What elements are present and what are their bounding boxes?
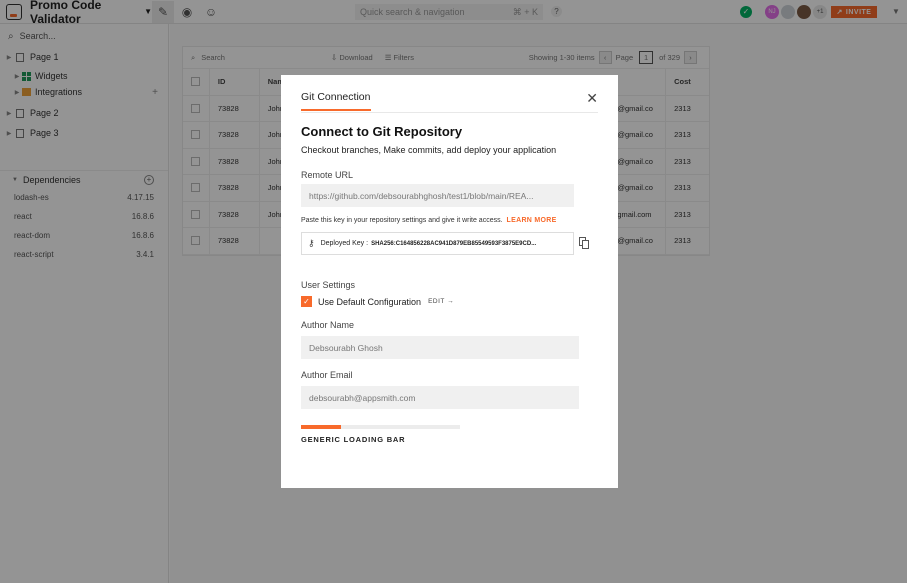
tab-git-connection[interactable]: Git Connection (301, 91, 371, 111)
key-icon: ⚷ (308, 238, 315, 248)
app-root: Promo Code Validator ▼ ✎ ◉ ☺ Quick searc… (0, 0, 907, 583)
deployed-key-label: Deployed Key : (320, 240, 369, 247)
learn-more-link[interactable]: LEARN MORE (507, 217, 557, 224)
remote-url-input[interactable]: https://github.com/debsourabhghosh/test1… (301, 184, 574, 207)
loading-bar-label: GENERIC LOADING BAR (301, 435, 406, 444)
git-connection-modal: Git Connection ✕ Connect to Git Reposito… (281, 75, 618, 488)
author-email-input[interactable]: debsourabh@appsmith.com (301, 386, 579, 409)
loading-bar (301, 425, 460, 429)
author-name-input[interactable]: Debsourabh Ghosh (301, 336, 579, 359)
use-default-config-checkbox[interactable]: ✓ (301, 296, 312, 307)
arrow-right-icon: → (447, 298, 455, 305)
use-default-config-label: Use Default Configuration (318, 296, 422, 307)
author-email-label: Author Email (301, 370, 353, 380)
copy-icon[interactable] (579, 237, 590, 249)
remote-url-label: Remote URL (301, 170, 354, 180)
edit-label: EDIT (428, 298, 445, 305)
loading-bar-fill (301, 425, 341, 429)
use-default-config-row: ✓ Use Default Configuration EDIT → (301, 296, 454, 307)
deployed-key-value: SHA256:C164856228AC941D879EB85549593F387… (371, 240, 537, 247)
user-settings-label: User Settings (301, 280, 356, 290)
key-note: Paste this key in your repository settin… (301, 217, 557, 224)
close-icon[interactable]: ✕ (586, 91, 598, 105)
modal-subtitle: Checkout branches, Make commits, add dep… (301, 145, 557, 155)
author-name-label: Author Name (301, 320, 355, 330)
modal-title: Connect to Git Repository (301, 124, 463, 139)
deployed-key-field: ⚷ Deployed Key : SHA256:C164856228AC941D… (301, 232, 574, 255)
edit-config-button[interactable]: EDIT → (428, 298, 454, 305)
key-note-text: Paste this key in your repository settin… (301, 217, 503, 224)
tab-divider (301, 112, 598, 113)
